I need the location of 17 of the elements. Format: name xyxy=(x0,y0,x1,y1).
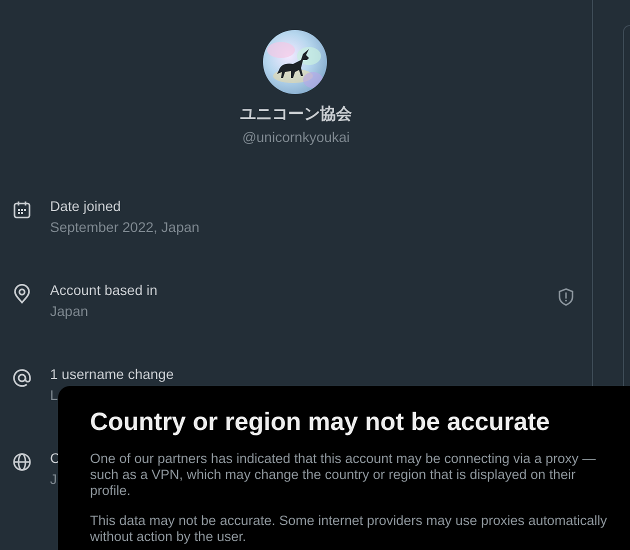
at-sign-icon xyxy=(12,368,32,388)
detail-value: J xyxy=(50,471,57,487)
popup-paragraph: This data may not be accurate. Some internet providers may use proxies automatically without action by the user. xyxy=(90,513,608,545)
detail-value: September 2022, Japan xyxy=(50,219,200,235)
popup-paragraph: One of our partners has indicated that this account may be connecting via a proxy — such as a VPN, which may change the country or region that is displayed on their profile. xyxy=(90,451,597,499)
username-handle: @unicornkyoukai xyxy=(242,129,350,145)
display-name: ユニコーン協会 xyxy=(240,104,352,125)
detail-label: 1 username change xyxy=(50,366,174,382)
detail-value: Japan xyxy=(50,303,88,319)
detail-label: Account based in xyxy=(50,282,158,298)
detail-label: Date joined xyxy=(50,198,121,214)
calendar-icon xyxy=(12,200,32,220)
globe-icon xyxy=(12,452,32,472)
popup-title: Country or region may not be accurate xyxy=(90,408,551,437)
location-pin-icon xyxy=(12,284,32,304)
detail-value: L xyxy=(50,387,58,403)
shield-warning-icon xyxy=(558,288,574,306)
